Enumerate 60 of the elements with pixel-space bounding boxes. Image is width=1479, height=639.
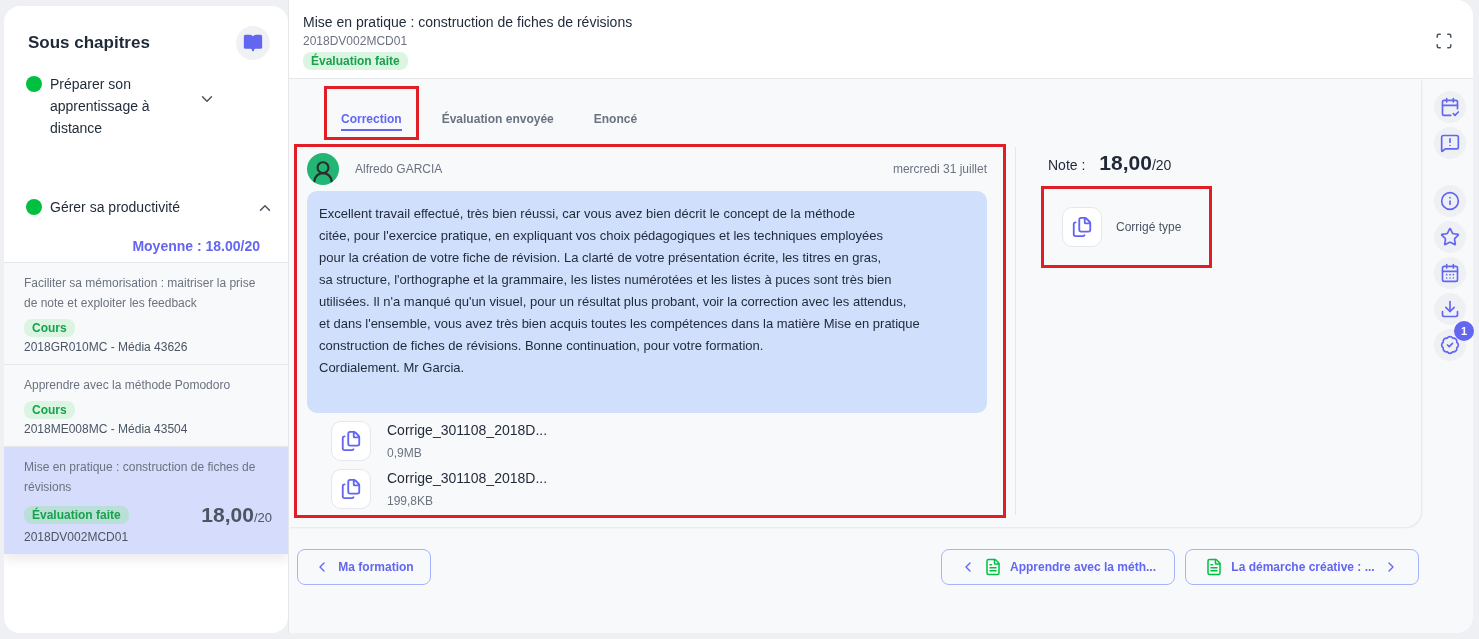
file-icon[interactable]: [331, 469, 371, 509]
file-icon[interactable]: [331, 421, 371, 461]
avatar: [307, 153, 339, 185]
lesson-title: Apprendre avec la méthode Pomodoro: [24, 377, 232, 394]
comment-message: Excellent travail effectué, très bien réussi, car vous avez bien décrit le concept de la méthode citée, pour l'exercice pratique, en expliquant vos choix pédagogiques et les techniques employées pour la création de votre fiche de révision. La clarté de votre présentation écrite, les titres en gras, sa structure, l'orthographe et la grammaire, les listes numérotées et les listes à puces sont très bien utilisées. Il n'a manqué qu'un visuel, pour un résultat plus probant, voir la correction avec les attendus, et dans l'ensemble, vous avez très bien acquis toutes les compétences dans la matière Mise en pratique construction de fiches de révisions. Bonne continuation, pour votre formation. Cordialement. Mr Garcia.: [307, 191, 987, 413]
status-badge: Évaluation faite: [303, 52, 408, 70]
file-icon: [1062, 207, 1102, 247]
check-badge-button[interactable]: [1434, 329, 1466, 361]
previous-button[interactable]: Apprendre avec la méth...: [941, 549, 1175, 585]
status-badge: Cours: [24, 401, 75, 419]
comment-date: mercredi 31 juillet: [892, 162, 987, 176]
star-icon: [1440, 227, 1460, 247]
tab[interactable]: Évaluation envoyée: [427, 89, 568, 137]
lesson-title: Faciliter sa mémorisation : maitriser la prise de note et exploiter les feedback: [24, 275, 257, 312]
lesson-code: 2018ME008MC - Média 43504: [24, 422, 189, 436]
lesson-title: Mise en pratique : construction de fiches de révisions: [24, 459, 257, 496]
status-badge: Évaluation faite: [24, 506, 129, 524]
chapter-title[interactable]: Préparer son apprentissage à distance: [50, 73, 190, 139]
back-button[interactable]: Ma formation: [297, 549, 431, 585]
count-badge: 1: [1454, 321, 1474, 341]
info-icon: [1440, 191, 1460, 211]
lesson-item[interactable]: Apprendre avec la méthode Pomodoro Cours 2018ME008MC - Média 43504: [4, 364, 288, 446]
help-button[interactable]: [1434, 127, 1466, 159]
chapter-title[interactable]: Gérer sa productivité: [50, 196, 248, 218]
calendar-icon: [1440, 263, 1460, 283]
lesson-item[interactable]: Faciliter sa mémorisation : maitriser la prise de note et exploiter les feedback Cours 2018GR010MC - Média 43626: [4, 262, 288, 364]
next-button[interactable]: La démarche créative : ...: [1185, 549, 1419, 585]
file-name[interactable]: Corrige_301108_2018D...: [387, 470, 548, 486]
help-icon: [1440, 133, 1460, 153]
file-size: 199,8KB: [387, 494, 435, 508]
sidebar-title: Sous chapitres: [28, 33, 150, 53]
file-name[interactable]: Corrige_301108_2018D...: [387, 422, 548, 438]
page-code: 2018DV002MCD01: [303, 34, 409, 48]
star-button[interactable]: [1434, 221, 1466, 253]
download-icon: [1440, 299, 1460, 319]
grade-score: 18,00/20: [1099, 151, 1172, 175]
lesson-code: 2018GR010MC - Média 43626: [24, 340, 189, 354]
tab[interactable]: Correction: [327, 89, 416, 137]
book-button[interactable]: [236, 26, 270, 60]
document-icon: [983, 558, 1002, 576]
calendar-button[interactable]: [1434, 91, 1466, 123]
calendar-button[interactable]: [1434, 257, 1466, 289]
model-answer-link[interactable]: Corrigé type: [1044, 189, 1210, 265]
download-button[interactable]: [1434, 293, 1466, 325]
lesson-item[interactable]: Mise en pratique : construction de fiches de révisions Évaluation faite 18,00/20 2018DV002MCD01: [4, 446, 288, 554]
calendar-icon: [1440, 97, 1460, 117]
average-score: Moyenne : 18.00/20: [131, 238, 261, 256]
info-button[interactable]: [1434, 185, 1466, 217]
author-name: Alfredo GARCIA: [355, 162, 444, 176]
book-icon: [243, 33, 263, 53]
grade-label: Note :: [1048, 157, 1086, 173]
status-badge: Cours: [24, 319, 75, 337]
file-size: 0,9MB: [387, 446, 423, 460]
document-icon: [1205, 558, 1224, 576]
tab[interactable]: Enoncé: [579, 89, 652, 137]
lesson-code: 2018DV002MCD01: [24, 530, 130, 544]
fullscreen-icon: [1435, 32, 1453, 50]
check-badge-icon: [1440, 335, 1460, 355]
page-title: Mise en pratique : construction de fiches de révisions: [303, 14, 633, 30]
lesson-score: 18,00/20: [201, 503, 272, 527]
